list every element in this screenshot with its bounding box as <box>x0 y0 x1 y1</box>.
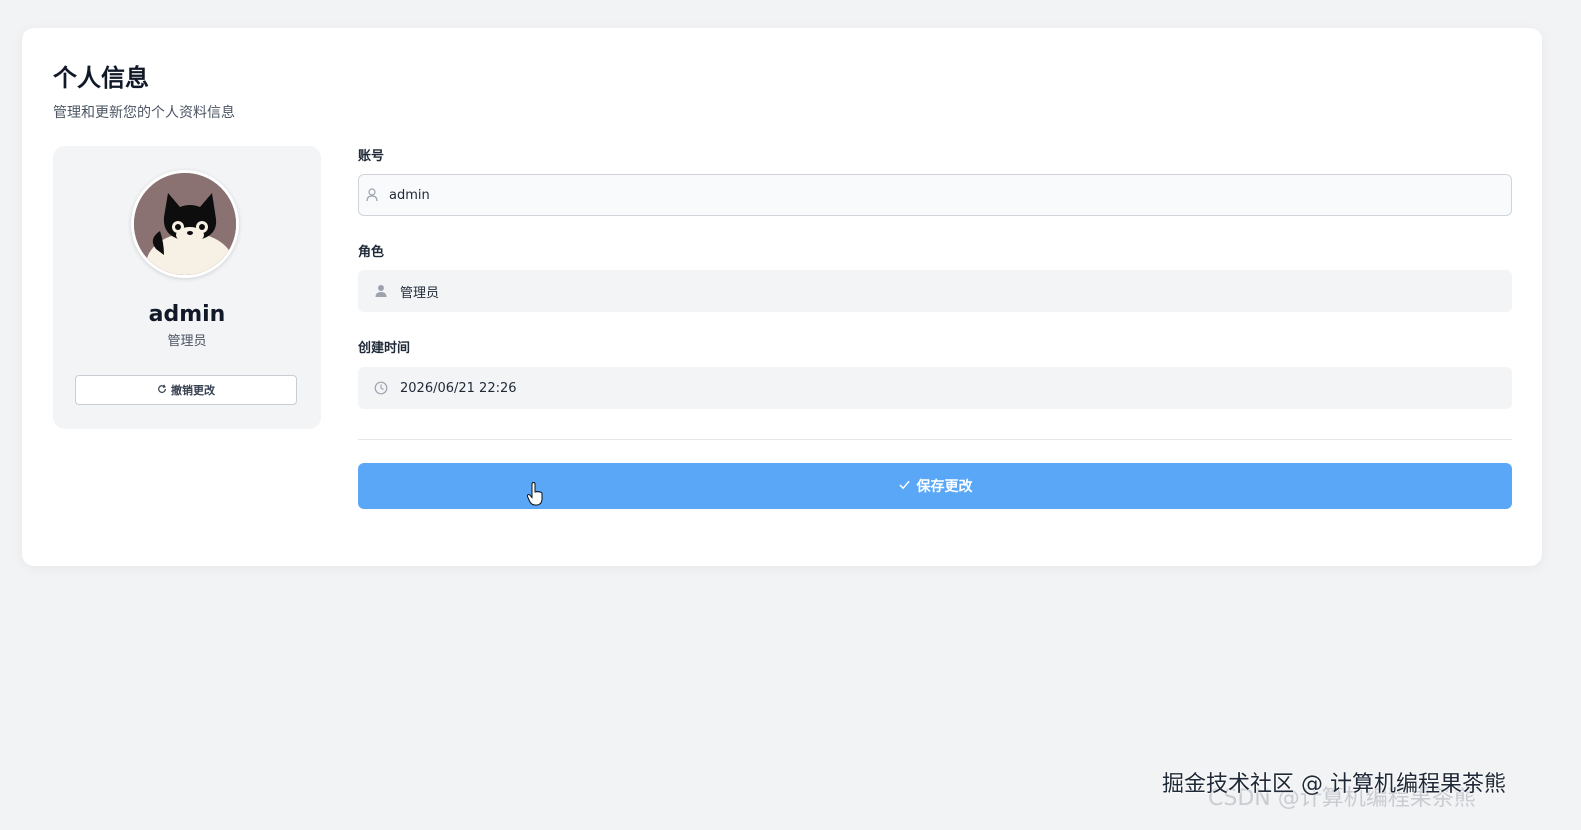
page-subtitle: 管理和更新您的个人资料信息 <box>53 105 235 121</box>
revert-changes-button[interactable]: 撤销更改 <box>75 375 297 405</box>
check-icon <box>898 478 911 495</box>
created-time-field: 2026/06/21 22:26 <box>358 367 1512 409</box>
account-label: 账号 <box>358 149 385 164</box>
revert-changes-label: 撤销更改 <box>171 384 215 397</box>
hand-pointer-cursor-icon <box>526 481 544 506</box>
account-value: admin <box>389 187 430 203</box>
profile-role: 管理员 <box>167 334 207 349</box>
clock-icon <box>374 381 388 395</box>
role-field: 管理员 <box>358 270 1512 312</box>
refresh-icon <box>157 384 167 397</box>
page-title: 个人信息 <box>53 64 149 92</box>
cat-avatar-image <box>134 173 236 275</box>
role-label: 角色 <box>358 245 385 260</box>
watermark-juejin: 掘金技术社区 @ 计算机编程果茶熊 <box>1162 772 1506 797</box>
user-filled-icon <box>374 284 388 298</box>
save-changes-label: 保存更改 <box>916 479 973 495</box>
role-value: 管理员 <box>400 285 440 301</box>
created-time-value: 2026/06/21 22:26 <box>400 380 517 396</box>
account-field[interactable]: admin <box>358 174 1512 216</box>
form-divider <box>358 439 1512 440</box>
avatar[interactable] <box>131 170 239 278</box>
profile-summary-panel: admin 管理员 撤销更改 <box>53 146 321 429</box>
profile-card: 个人信息 管理和更新您的个人资料信息 admin 管理员 撤销更改 账号 adm… <box>22 28 1542 566</box>
profile-name: admin <box>148 302 226 327</box>
created-time-label: 创建时间 <box>358 341 411 356</box>
user-outline-icon <box>365 188 379 202</box>
